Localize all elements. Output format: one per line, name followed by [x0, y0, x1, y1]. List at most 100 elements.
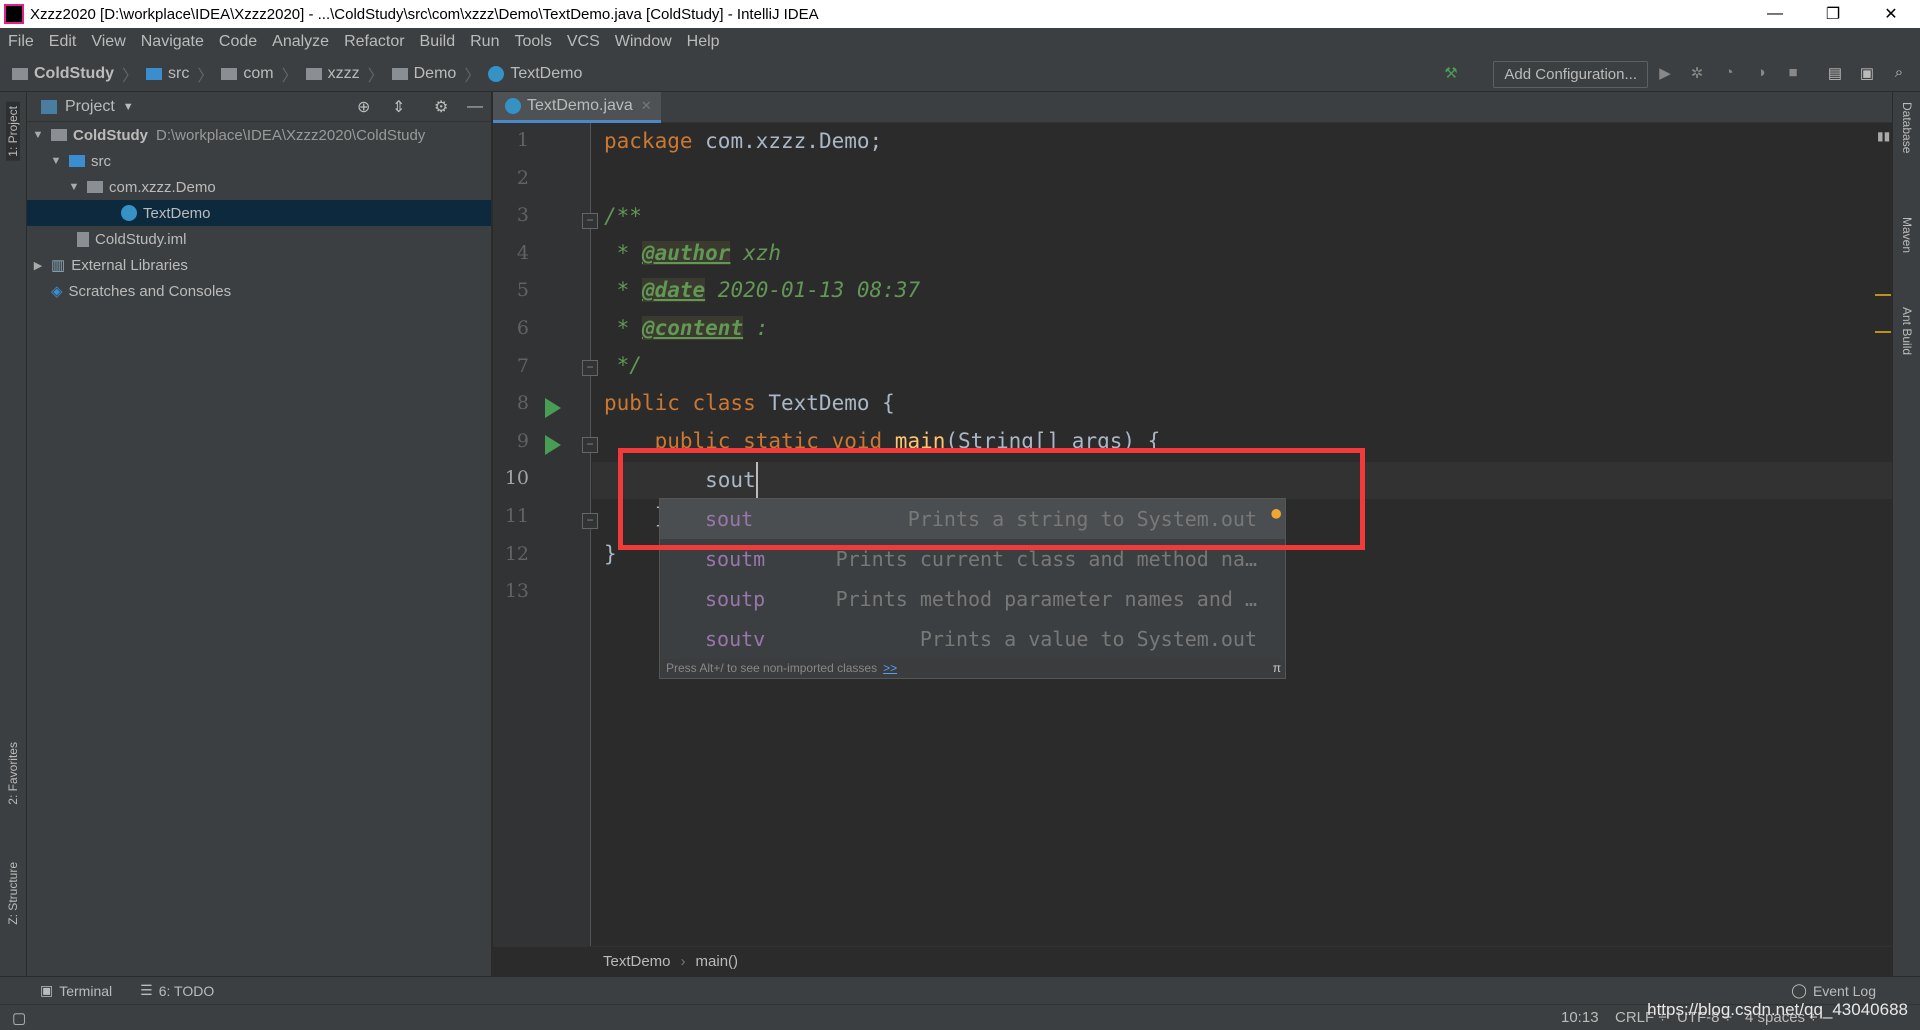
stop-icon[interactable]: ■: [1784, 64, 1802, 82]
project-structure-icon[interactable]: ▤: [1826, 64, 1844, 82]
coverage-icon[interactable]: ◔: [1720, 64, 1738, 82]
terminal-icon: ▣: [40, 982, 54, 998]
menu-view[interactable]: View: [91, 33, 125, 51]
locate-icon[interactable]: ⊕: [357, 97, 370, 117]
line-number: 6: [516, 317, 529, 339]
menu-analyze[interactable]: Analyze: [272, 33, 329, 51]
project-view-selector[interactable]: Project: [65, 98, 115, 116]
caret-position[interactable]: 10:13: [1561, 1009, 1599, 1026]
crumb-coldstudy[interactable]: ColdStudy 〉: [12, 62, 138, 86]
maven-tool-button[interactable]: Maven: [1900, 217, 1914, 253]
warning-stripe[interactable]: [1875, 331, 1891, 333]
tree-item-package[interactable]: ▼ com.xzzz.Demo: [27, 174, 491, 200]
tree-item-src[interactable]: ▼ src: [27, 148, 491, 174]
bottom-tool-bar: ▣ Terminal ☰ 6: TODO ◯ Event Log: [0, 976, 1920, 1004]
warning-stripe[interactable]: [1875, 294, 1891, 296]
terminal-tool-button[interactable]: Terminal: [59, 983, 112, 999]
hide-icon[interactable]: —: [467, 98, 483, 116]
build-hammer-icon[interactable]: ⚒: [1442, 64, 1460, 82]
line-number: 10: [504, 467, 529, 490]
line-number: 2: [516, 166, 529, 189]
tree-item-iml[interactable]: ColdStudy.iml: [27, 226, 491, 252]
crumb-demo[interactable]: Demo 〉: [391, 62, 480, 86]
ant-build-tool-button[interactable]: Ant Build: [1900, 307, 1914, 355]
completion-item-soutp[interactable]: soutp Prints method parameter names and …: [660, 579, 1285, 619]
search-icon[interactable]: ⌕: [1890, 64, 1908, 82]
toggle-tool-windows-icon[interactable]: ▢: [12, 1009, 26, 1027]
project-panel: Project ▼ ⊕ ⇕ ⚙ — ▼ ColdStudy D:\workplace\…: [27, 92, 492, 976]
menu-navigate[interactable]: Navigate: [141, 33, 204, 51]
menu-build[interactable]: Build: [420, 33, 456, 51]
menu-help[interactable]: Help: [687, 33, 720, 51]
minimize-button[interactable]: —: [1746, 0, 1804, 28]
status-bar: ▢ 10:13 CRLF ÷ UTF-8 ÷ 4 spaces ÷: [0, 1004, 1920, 1030]
tree-item-coldstudy[interactable]: ▼ ColdStudy D:\workplace\IDEA\Xzzz2020\Col…: [27, 122, 491, 148]
completion-item-soutv[interactable]: soutv Prints a value to System.out: [660, 619, 1285, 659]
menu-window[interactable]: Window: [615, 33, 672, 51]
breadcrumb-class[interactable]: TextDemo: [603, 953, 671, 970]
fold-icon[interactable]: −: [582, 213, 598, 229]
crumb-com[interactable]: com 〉: [221, 62, 298, 86]
line-number: 13: [504, 580, 529, 603]
title-bar: Xzzz2020 [D:\workplace\IDEA\Xzzz2020] - …: [0, 0, 1920, 28]
collapse-all-icon[interactable]: ⇕: [392, 97, 405, 117]
completion-footer: Press Alt+/ to see non-imported classes >…: [660, 659, 1285, 677]
run-icon[interactable]: ▶: [1656, 64, 1674, 82]
project-view-icon: [41, 99, 57, 114]
todo-icon: ☰: [140, 982, 153, 998]
menu-code[interactable]: Code: [219, 33, 257, 51]
class-icon: [121, 205, 137, 221]
structure-tool-button[interactable]: Z: Structure: [6, 862, 20, 925]
crumb-textdemo[interactable]: TextDemo: [488, 65, 582, 83]
menu-run[interactable]: Run: [470, 33, 499, 51]
breadcrumb-method[interactable]: main(): [696, 953, 739, 970]
module-icon: [12, 67, 28, 80]
run-main-icon[interactable]: [545, 435, 561, 455]
fold-icon[interactable]: −: [582, 437, 598, 453]
class-icon: [488, 65, 505, 82]
crumb-xzzz[interactable]: xzzz 〉: [305, 62, 384, 86]
tree-item-textdemo[interactable]: TextDemo: [27, 200, 491, 226]
debug-icon[interactable]: ✲: [1688, 64, 1706, 82]
tab-textdemo-java[interactable]: TextDemo.java ✕: [493, 92, 661, 123]
completion-footer-link[interactable]: >>: [883, 661, 897, 675]
event-log-icon: ◯: [1791, 982, 1807, 998]
window-title: Xzzz2020 [D:\workplace\IDEA\Xzzz2020] - …: [30, 5, 819, 23]
project-panel-header: Project ▼ ⊕ ⇕ ⚙ —: [27, 92, 491, 122]
database-tool-button[interactable]: Database: [1900, 102, 1914, 153]
menu-vcs[interactable]: VCS: [567, 33, 600, 51]
gear-icon[interactable]: ⚙: [434, 97, 448, 117]
folder-icon: [221, 67, 238, 80]
profile-icon[interactable]: ◑: [1752, 64, 1770, 82]
scratches-icon: ◈: [51, 283, 63, 300]
menu-bar: File Edit View Navigate Code Analyze Ref…: [0, 28, 1920, 56]
tree-item-external-libraries[interactable]: ▶ ▥ External Libraries: [27, 252, 491, 278]
menu-file[interactable]: File: [8, 33, 34, 51]
fold-icon[interactable]: −: [582, 513, 598, 529]
add-configuration-button[interactable]: Add Configuration...: [1493, 61, 1648, 88]
todo-tool-button[interactable]: 6: TODO: [159, 983, 215, 999]
menu-tools[interactable]: Tools: [514, 33, 551, 51]
event-log-button[interactable]: Event Log: [1813, 983, 1876, 999]
right-tool-strip: Database Maven Ant Build: [1892, 92, 1920, 976]
favorites-tool-button[interactable]: 2: Favorites: [6, 742, 20, 805]
line-number: 5: [516, 279, 529, 302]
close-tab-icon[interactable]: ✕: [641, 98, 652, 114]
folder-icon: [391, 67, 408, 80]
source-folder-icon: [69, 155, 85, 167]
close-button[interactable]: ✕: [1862, 0, 1920, 28]
tree-item-scratches[interactable]: ◈ Scratches and Consoles: [27, 278, 491, 304]
run-class-icon[interactable]: [545, 398, 561, 418]
editor-breadcrumb: TextDemo › main(): [493, 946, 1892, 976]
menu-edit[interactable]: Edit: [49, 33, 77, 51]
restore-button[interactable]: ❐: [1804, 0, 1862, 28]
left-tool-strip: 1: Project 2: Favorites Z: Structure: [0, 92, 27, 976]
crumb-src[interactable]: src 〉: [146, 62, 213, 86]
menu-refactor[interactable]: Refactor: [344, 33, 404, 51]
window-layout-icon[interactable]: ▣: [1858, 64, 1876, 82]
project-tool-button[interactable]: 1: Project: [6, 102, 20, 161]
folder-icon: [305, 67, 322, 80]
library-icon: ▥: [51, 257, 66, 274]
line-number: 3: [516, 204, 529, 227]
fold-icon[interactable]: −: [582, 360, 598, 376]
